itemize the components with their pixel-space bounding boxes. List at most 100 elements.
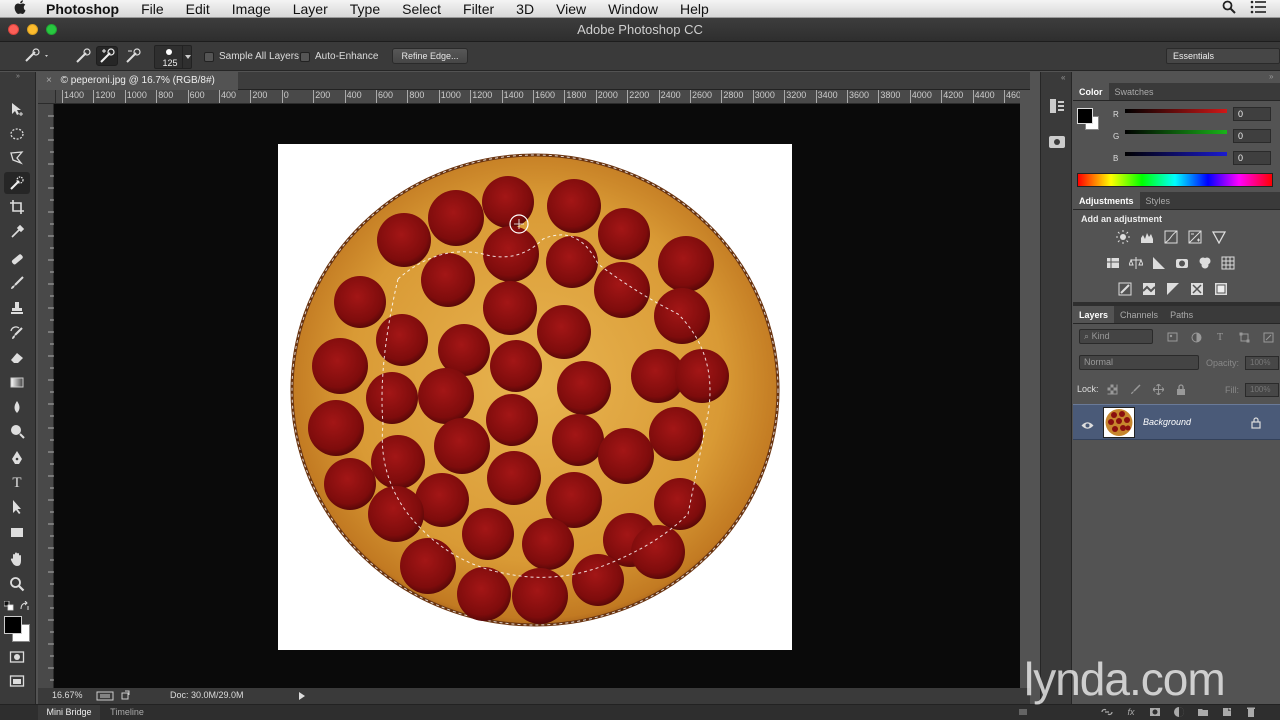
swap-colors-icon[interactable] bbox=[20, 598, 30, 610]
foreground-color-swatch[interactable] bbox=[4, 616, 22, 634]
quick-selection-tool-icon[interactable] bbox=[4, 172, 30, 194]
smart-object-filter-icon[interactable] bbox=[1261, 331, 1275, 343]
auto-enhance-option[interactable]: Auto-Enhance bbox=[300, 51, 378, 62]
menu-layer[interactable]: Layer bbox=[282, 0, 339, 18]
dodge-tool-icon[interactable] bbox=[4, 420, 30, 442]
clone-stamp-tool-icon[interactable] bbox=[4, 297, 30, 319]
link-layers-icon[interactable] bbox=[1100, 706, 1114, 718]
foreground-color-chip[interactable] bbox=[1077, 108, 1093, 124]
marquee-tool-icon[interactable] bbox=[4, 123, 30, 145]
tab-timeline[interactable]: Timeline bbox=[104, 705, 150, 720]
notification-list-icon[interactable] bbox=[1250, 0, 1266, 17]
pixel-layer-filter-icon[interactable] bbox=[1165, 331, 1179, 343]
tab-layers[interactable]: Layers bbox=[1073, 306, 1115, 323]
levels-icon[interactable] bbox=[1139, 230, 1155, 244]
lasso-tool-icon[interactable] bbox=[4, 147, 30, 169]
shape-layer-filter-icon[interactable] bbox=[1237, 331, 1251, 343]
status-menu-arrow-icon[interactable] bbox=[298, 691, 306, 703]
hue-saturation-icon[interactable] bbox=[1105, 256, 1121, 270]
gradient-tool-icon[interactable] bbox=[4, 371, 30, 393]
menu-app-photoshop[interactable]: Photoshop bbox=[40, 0, 130, 18]
invert-icon[interactable] bbox=[1117, 282, 1133, 296]
document-tab[interactable]: × © peperoni.jpg @ 16.7% (RGB/8#) bbox=[38, 72, 238, 90]
expand-toolbar-icon[interactable]: » bbox=[4, 73, 32, 80]
blue-slider[interactable] bbox=[1125, 152, 1227, 156]
color-swatches-fg-bg[interactable] bbox=[1077, 108, 1099, 130]
lock-position-icon[interactable] bbox=[1151, 383, 1165, 395]
selective-color-icon[interactable] bbox=[1189, 282, 1205, 296]
lock-all-icon[interactable] bbox=[1174, 383, 1188, 395]
pen-tool-icon[interactable] bbox=[4, 447, 30, 469]
color-spectrum-bar[interactable] bbox=[1077, 173, 1273, 187]
menu-image[interactable]: Image bbox=[221, 0, 282, 18]
type-layer-filter-icon[interactable]: T bbox=[1213, 331, 1227, 343]
tool-preset-picker[interactable] bbox=[20, 46, 54, 66]
chevron-down-icon[interactable] bbox=[182, 46, 192, 68]
menu-help[interactable]: Help bbox=[669, 0, 720, 18]
delete-layer-icon[interactable] bbox=[1244, 706, 1258, 718]
move-tool-icon[interactable] bbox=[4, 98, 30, 120]
menu-select[interactable]: Select bbox=[391, 0, 452, 18]
brightness-contrast-icon[interactable] bbox=[1115, 230, 1131, 244]
menu-filter[interactable]: Filter bbox=[452, 0, 505, 18]
photo-filter-icon[interactable] bbox=[1174, 256, 1190, 270]
properties-panel-icon[interactable] bbox=[1047, 132, 1067, 152]
horizontal-ruler[interactable]: 1400 1200 1000 800 600 400 200 0 200 400 600 800 100… bbox=[56, 90, 1020, 104]
document-canvas[interactable] bbox=[54, 104, 1020, 688]
channel-mixer-icon[interactable] bbox=[1197, 256, 1213, 270]
threshold-icon[interactable] bbox=[1165, 282, 1181, 296]
sample-all-layers-option[interactable]: Sample All Layers bbox=[204, 51, 299, 62]
new-layer-icon[interactable] bbox=[1220, 706, 1234, 718]
opacity-field[interactable]: 100% bbox=[1245, 356, 1279, 370]
lock-image-pixels-icon[interactable] bbox=[1128, 383, 1142, 395]
gradient-map-icon[interactable] bbox=[1213, 282, 1229, 296]
panel-menu-icon[interactable] bbox=[1018, 707, 1028, 717]
lock-transparent-pixels-icon[interactable] bbox=[1105, 383, 1119, 395]
pizza-image[interactable] bbox=[278, 144, 792, 650]
fill-field[interactable]: 100% bbox=[1245, 383, 1279, 397]
tab-adjustments[interactable]: Adjustments bbox=[1073, 192, 1140, 209]
tab-channels[interactable]: Channels bbox=[1114, 306, 1164, 323]
posterize-icon[interactable] bbox=[1141, 282, 1157, 296]
status-toggle-icons[interactable] bbox=[96, 690, 136, 704]
layer-style-icon[interactable]: fx bbox=[1124, 706, 1138, 718]
tab-swatches[interactable]: Swatches bbox=[1109, 83, 1160, 100]
tab-mini-bridge[interactable]: Mini Bridge bbox=[38, 705, 100, 720]
layer-row-background[interactable]: Background bbox=[1073, 404, 1280, 440]
blur-tool-icon[interactable] bbox=[4, 396, 30, 418]
add-mask-icon[interactable] bbox=[1148, 706, 1162, 718]
layer-kind-filter[interactable]: ⌕ Kind bbox=[1079, 329, 1153, 344]
new-group-icon[interactable] bbox=[1196, 706, 1210, 718]
eyedropper-tool-icon[interactable] bbox=[4, 221, 30, 243]
black-white-icon[interactable] bbox=[1151, 256, 1167, 270]
brush-size-picker[interactable]: 125 bbox=[154, 45, 192, 69]
menu-window[interactable]: Window bbox=[597, 0, 669, 18]
brush-tool-icon[interactable] bbox=[4, 272, 30, 294]
sample-all-layers-checkbox[interactable] bbox=[204, 51, 214, 62]
rectangle-tool-icon[interactable] bbox=[4, 521, 30, 543]
blend-mode-select[interactable]: Normal bbox=[1079, 355, 1199, 370]
new-adjustment-layer-icon[interactable] bbox=[1172, 706, 1186, 718]
screen-mode-icon[interactable] bbox=[4, 670, 30, 692]
auto-enhance-checkbox[interactable] bbox=[300, 51, 310, 62]
zoom-level[interactable]: 16.67% bbox=[52, 690, 83, 700]
default-colors-icon[interactable] bbox=[3, 598, 14, 611]
adjustment-layer-filter-icon[interactable] bbox=[1189, 331, 1203, 343]
menu-file[interactable]: File bbox=[130, 0, 175, 18]
type-tool-icon[interactable]: T bbox=[4, 472, 30, 494]
menu-3d[interactable]: 3D bbox=[505, 0, 545, 18]
exposure-icon[interactable] bbox=[1187, 230, 1203, 244]
hand-tool-icon[interactable] bbox=[4, 548, 30, 570]
spotlight-search-icon[interactable] bbox=[1222, 0, 1236, 17]
vibrance-icon[interactable] bbox=[1211, 230, 1227, 244]
collapse-panels-icon[interactable]: » bbox=[1269, 72, 1273, 81]
crop-tool-icon[interactable] bbox=[4, 196, 30, 218]
layer-visibility-eye-icon[interactable] bbox=[1081, 417, 1094, 435]
curves-icon[interactable] bbox=[1163, 230, 1179, 244]
eraser-tool-icon[interactable] bbox=[4, 346, 30, 368]
add-to-selection-icon[interactable] bbox=[96, 46, 118, 66]
quick-mask-icon[interactable] bbox=[4, 646, 30, 668]
blue-value[interactable]: 0 bbox=[1233, 151, 1271, 165]
ruler-origin[interactable] bbox=[38, 90, 56, 104]
new-selection-icon[interactable] bbox=[72, 46, 94, 66]
